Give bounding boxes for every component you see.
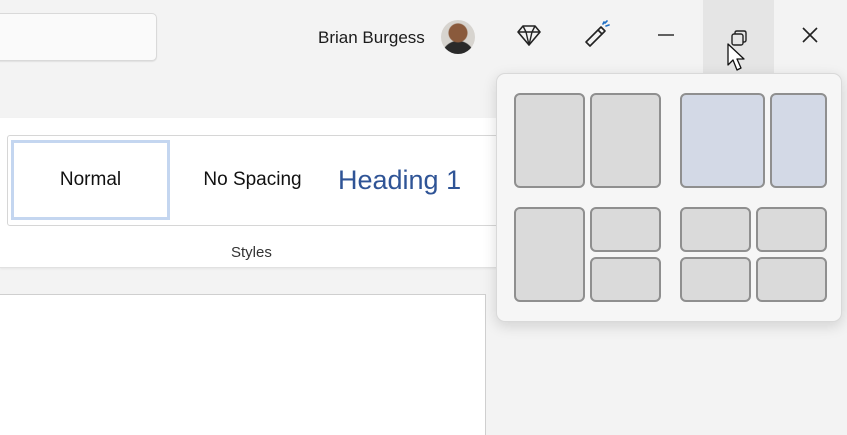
style-no-spacing[interactable]: No Spacing [180,140,325,220]
snap-zone[interactable] [680,93,765,188]
user-name[interactable]: Brian Burgess [318,28,425,48]
diamond-icon [517,25,541,46]
snap-zone[interactable] [756,207,827,252]
document-page[interactable] [0,294,486,435]
minimize-button[interactable] [651,20,681,50]
search-box[interactable] [0,13,157,61]
snap-zone[interactable] [756,257,827,302]
brush-icon [585,20,610,47]
snap-zone[interactable] [514,93,585,188]
title-bar: Brian Burgess [0,0,847,75]
snap-zone[interactable] [590,93,661,188]
snap-zone[interactable] [514,207,585,302]
ribbon: Normal No Spacing Heading 1 Styles [0,118,507,268]
minimize-icon [658,34,674,36]
mouse-cursor-icon [727,43,745,71]
style-heading-1[interactable]: Heading 1 [338,140,498,220]
snap-zone[interactable] [770,93,827,188]
close-button[interactable] [795,20,825,50]
styles-group-label: Styles [231,244,272,261]
snap-layouts-flyout [496,73,842,322]
snap-zone[interactable] [590,207,661,252]
avatar[interactable] [441,20,475,54]
premium-diamond-button[interactable] [514,20,544,50]
snap-zone[interactable] [680,257,751,302]
snap-zone[interactable] [590,257,661,302]
close-icon [802,27,818,43]
snap-zone[interactable] [680,207,751,252]
styles-gallery: Normal No Spacing Heading 1 [7,135,507,226]
designer-button[interactable] [582,20,612,50]
style-normal[interactable]: Normal [11,140,170,220]
